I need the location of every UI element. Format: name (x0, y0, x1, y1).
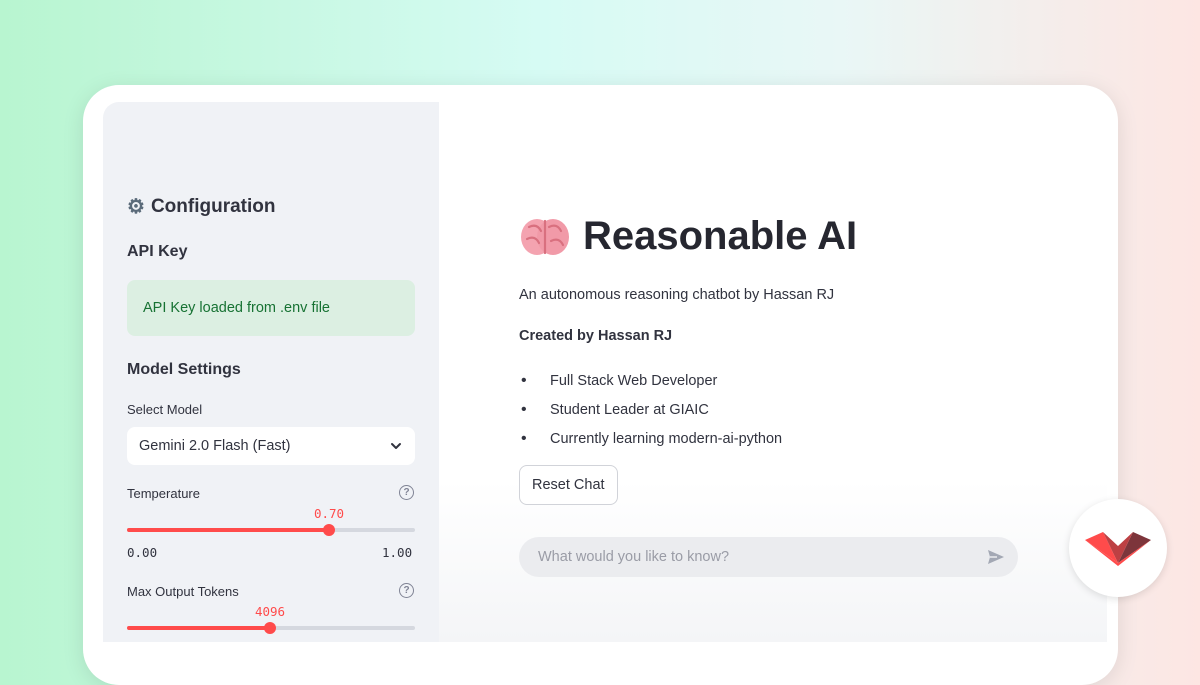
subtitle: An autonomous reasoning chatbot by Hassa… (519, 287, 835, 303)
api-key-success-alert: API Key loaded from .env file (127, 280, 415, 336)
slider-fill (127, 626, 270, 630)
model-select[interactable]: Gemini 2.0 Flash (Fast) (127, 427, 415, 465)
streamlit-badge[interactable] (1069, 499, 1167, 597)
page-title: Reasonable AI (519, 214, 857, 259)
app-window: ⚙ Configuration API Key API Key loaded f… (103, 102, 1107, 642)
main-content: Reasonable AI An autonomous reasoning ch… (439, 102, 1107, 642)
temperature-value: 0.70 (313, 506, 345, 521)
gear-icon: ⚙ (127, 196, 145, 218)
sidebar-title: ⚙ Configuration (127, 194, 275, 219)
temperature-label: Temperature (127, 486, 200, 501)
model-settings-heading: Model Settings (127, 361, 241, 378)
max-tokens-label: Max Output Tokens (127, 584, 239, 599)
created-by: Created by Hassan RJ (519, 328, 673, 344)
reset-chat-button[interactable]: Reset Chat (519, 465, 618, 505)
api-key-heading: API Key (127, 243, 188, 260)
slider-thumb[interactable] (264, 622, 276, 634)
temperature-max: 1.00 (382, 545, 413, 560)
list-item: Full Stack Web Developer (519, 366, 782, 395)
bullet-list: Full Stack Web Developer Student Leader … (519, 366, 782, 453)
help-circle-icon[interactable]: ? (399, 485, 414, 500)
temperature-slider[interactable] (127, 520, 415, 540)
max-tokens-slider[interactable] (127, 618, 415, 638)
slider-fill (127, 528, 329, 532)
temperature-min: 0.00 (127, 545, 158, 560)
chevron-down-icon (391, 443, 401, 449)
sidebar: ⚙ Configuration API Key API Key loaded f… (103, 102, 439, 642)
brain-icon (521, 218, 569, 255)
list-item: Student Leader at GIAIC (519, 395, 782, 424)
select-model-label: Select Model (127, 402, 203, 417)
model-select-value: Gemini 2.0 Flash (Fast) (139, 438, 291, 454)
slider-thumb[interactable] (323, 524, 335, 536)
sidebar-title-text: Configuration (150, 195, 276, 217)
chat-input[interactable] (536, 548, 960, 566)
streamlit-logo-icon (1085, 532, 1151, 566)
page-title-text: Reasonable AI (583, 214, 858, 258)
chat-input-bar (519, 537, 1018, 577)
send-icon[interactable] (986, 547, 1006, 567)
help-circle-icon[interactable]: ? (399, 583, 414, 598)
max-tokens-value: 4096 (254, 604, 286, 619)
list-item: Currently learning modern-ai-python (519, 424, 782, 453)
